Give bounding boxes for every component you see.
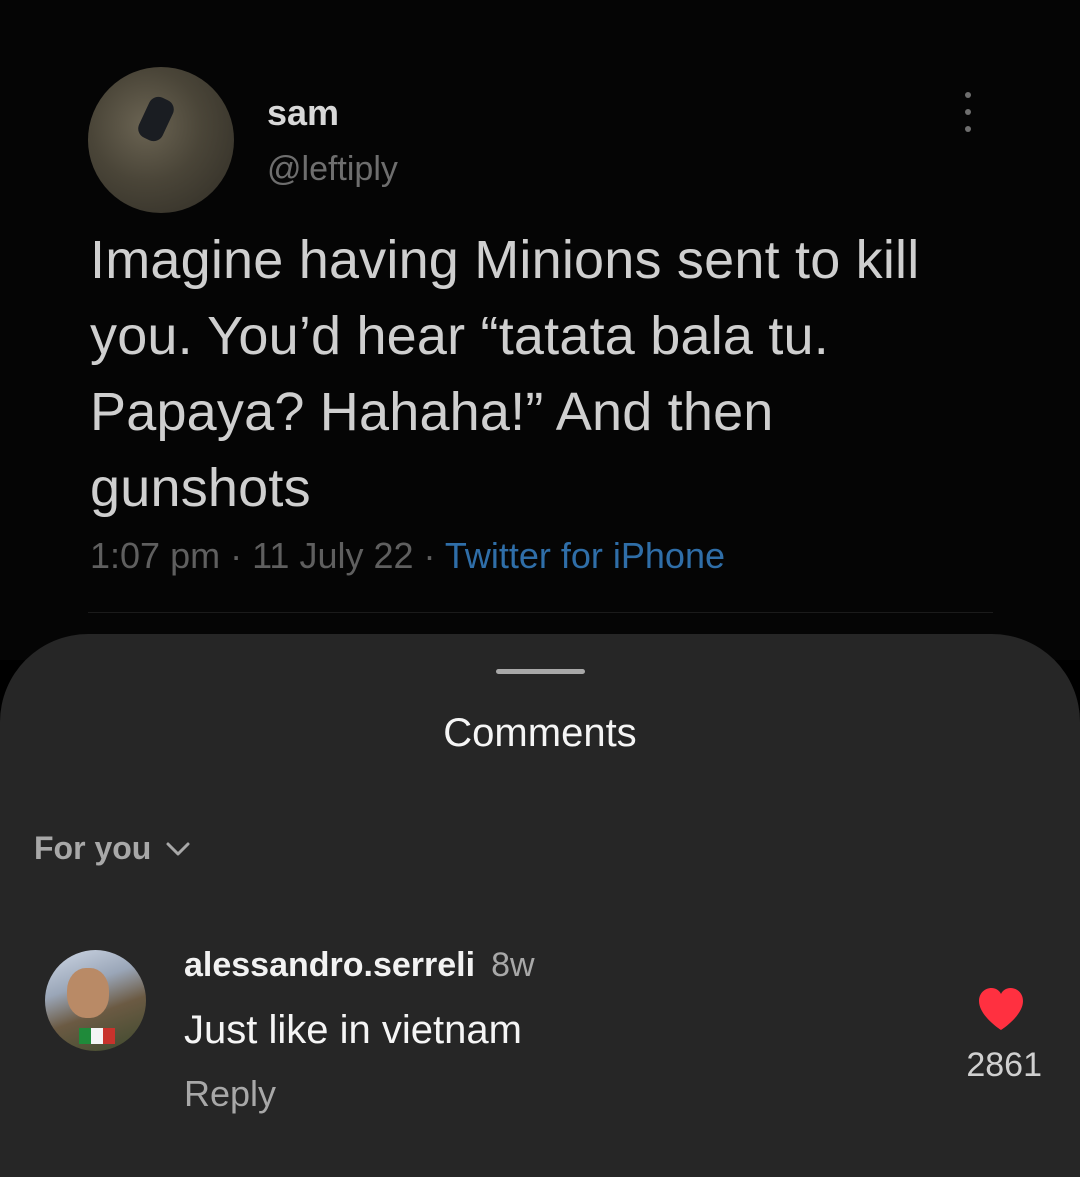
tweet-screenshot: sam @leftiply Imagine having Minions sen… [0,0,1080,660]
comment-sort-dropdown[interactable]: For you [34,830,191,867]
like-count: 2861 [966,1046,1042,1084]
comments-title: Comments [443,711,637,755]
tweet-author-name: sam [267,92,340,133]
tweet-author-handle: @leftiply [267,150,398,188]
comment-text: Just like in vietnam [184,1008,522,1052]
reply-button[interactable]: Reply [184,1073,276,1115]
comment-time: 8w [491,946,535,984]
divider [88,612,993,613]
commenter-username[interactable]: alessandro.serreli [184,946,475,984]
more-vertical-icon [958,92,978,132]
tweet-source: Twitter for iPhone [444,535,725,576]
commenter-avatar[interactable] [45,950,146,1051]
comment-header: alessandro.serreli 8w [184,946,535,985]
heart-icon[interactable] [976,986,1026,1032]
tweet-author-avatar [88,67,234,213]
chevron-down-icon [166,842,190,855]
tweet-timestamp: 1:07 pm · 11 July 22 · [90,535,445,576]
tweet-meta: 1:07 pm · 11 July 22 · Twitter for iPhon… [90,535,725,577]
filter-label: For you [34,830,152,866]
comments-sheet: Comments For you alessandro.serreli 8w Ju… [0,634,1080,1177]
tweet-text: Imagine having Minions sent to kill you.… [90,230,920,518]
drag-handle[interactable] [496,669,585,674]
